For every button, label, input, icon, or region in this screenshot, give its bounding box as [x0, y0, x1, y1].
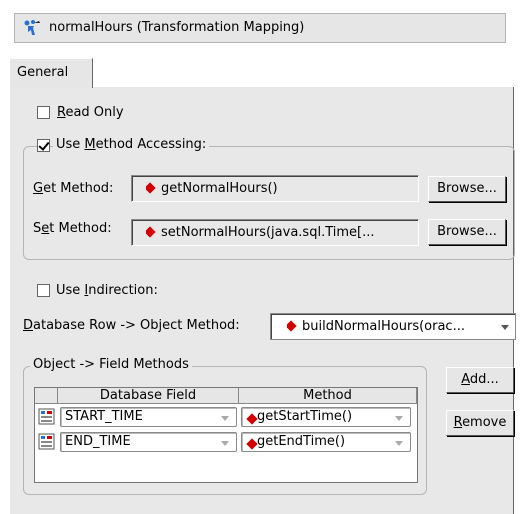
column-header-database-field[interactable]: Database Field	[58, 388, 239, 404]
set-method-label: Set Method:	[33, 221, 112, 236]
chevron-down-icon[interactable]	[501, 325, 509, 330]
use-indirection-checkbox[interactable]	[37, 284, 50, 297]
field-methods-legend: Object -> Field Methods	[30, 357, 192, 372]
transformation-mapping-icon	[23, 19, 43, 37]
use-method-accessing-label: Use Method Accessing:	[53, 137, 210, 152]
chevron-down-icon[interactable]	[221, 416, 229, 421]
tab-general[interactable]: General	[9, 58, 93, 88]
remove-button[interactable]: Remove	[446, 410, 514, 436]
database-field-icon	[37, 432, 57, 452]
row-header-corner	[35, 388, 58, 404]
method-diamond-icon	[146, 225, 156, 238]
chevron-down-icon[interactable]	[395, 441, 403, 446]
tab-divider	[92, 86, 514, 87]
get-method-label: Get Method:	[33, 181, 114, 196]
method-value: getEndTime()	[257, 434, 346, 449]
database-field-value: START_TIME	[65, 409, 143, 424]
method-diamond-icon	[146, 181, 156, 194]
set-method-field[interactable]: setNormalHours(java.sql.Time[...	[131, 219, 419, 246]
use-indirection-label: Use Indirection:	[56, 283, 158, 298]
chevron-down-icon[interactable]	[395, 416, 403, 421]
get-method-browse-button[interactable]: Browse...	[428, 176, 506, 202]
table-row[interactable]: START_TIME getStartTime()	[35, 405, 417, 429]
method-diamond-icon	[246, 438, 258, 450]
set-method-browse-button[interactable]: Browse...	[428, 219, 506, 245]
db-row-method-label: Database Row -> Object Method:	[23, 318, 240, 333]
get-method-field[interactable]: getNormalHours()	[131, 175, 419, 202]
add-button[interactable]: Add...	[446, 367, 514, 393]
db-row-method-select[interactable]: buildNormalHours(orac...	[270, 313, 516, 340]
table-row[interactable]: END_TIME getEndTime()	[35, 430, 417, 454]
use-method-accessing-checkbox[interactable]	[37, 139, 50, 152]
method-select[interactable]: getEndTime()	[241, 432, 411, 452]
method-diamond-icon	[246, 413, 258, 425]
database-field-value: END_TIME	[65, 434, 131, 449]
method-select[interactable]: getStartTime()	[241, 407, 411, 427]
title-bar: normalHours (Transformation Mapping)	[14, 13, 506, 43]
database-field-select[interactable]: START_TIME	[60, 407, 237, 427]
read-only-label: Read Only	[57, 105, 124, 120]
database-field-icon	[37, 407, 57, 427]
read-only-checkbox[interactable]	[37, 106, 50, 119]
field-methods-table: Database Field Method START_TIME getStar…	[34, 387, 418, 483]
tab-general-label: General	[17, 65, 69, 80]
method-diamond-icon	[287, 319, 297, 332]
method-value: getStartTime()	[257, 409, 353, 424]
database-field-select[interactable]: END_TIME	[60, 432, 237, 452]
column-header-method[interactable]: Method	[239, 388, 417, 404]
chevron-down-icon[interactable]	[221, 441, 229, 446]
page-title: normalHours (Transformation Mapping)	[49, 20, 305, 35]
